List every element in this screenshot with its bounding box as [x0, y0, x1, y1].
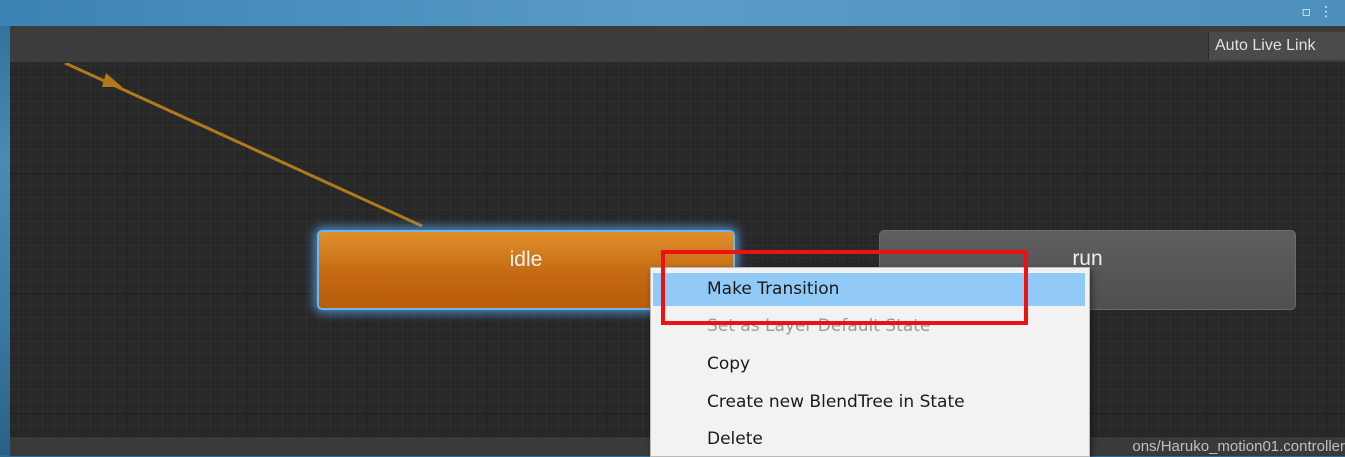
- state-label-idle: idle: [509, 248, 543, 271]
- controller-path: ons/Haruko_motion01.controller: [1132, 438, 1345, 455]
- transition-line: [64, 63, 423, 228]
- menu-item-delete[interactable]: Delete: [653, 423, 1085, 456]
- auto-live-link-toggle[interactable]: Auto Live Link: [1208, 32, 1345, 60]
- annotation-highlight-box: [661, 250, 1028, 325]
- menu-item-copy[interactable]: Copy: [653, 348, 1085, 381]
- window-control-icons[interactable]: ▫⋮: [1302, 4, 1342, 20]
- window-title-strip: ▫⋮: [0, 0, 1345, 26]
- transition-arrowhead-icon: [102, 73, 122, 87]
- animator-toolbar: Auto Live Link: [10, 26, 1345, 63]
- menu-item-create-blendtree[interactable]: Create new BlendTree in State: [653, 386, 1085, 419]
